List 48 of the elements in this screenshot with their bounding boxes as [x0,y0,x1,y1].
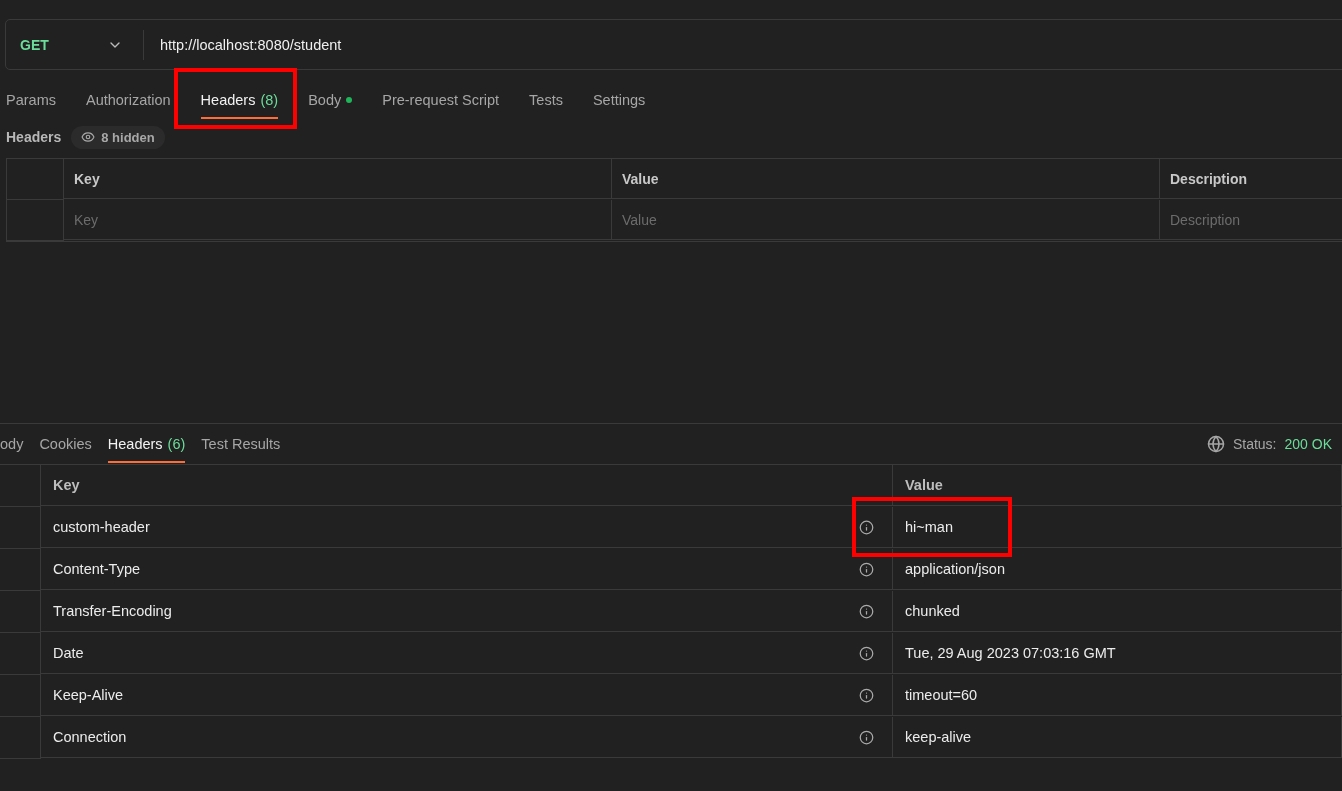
request-tab[interactable]: Tests [529,83,563,119]
status-label: Status: [1232,436,1277,452]
table-cell [0,633,41,675]
table-cell: timeout=60 [893,675,1342,716]
column-header: Key [64,159,612,199]
info-icon[interactable] [859,687,874,703]
response-tab[interactable]: ody [0,425,24,463]
response-tab[interactable]: Headers (6) [107,425,186,463]
request-tab[interactable]: Settings [592,83,646,119]
column-header: Value [612,159,1160,199]
globe-icon [1206,435,1225,453]
response-tab[interactable]: Cookies [39,425,92,463]
request-tab[interactable]: Body [308,83,353,119]
eye-icon [81,130,96,144]
column-header: Description [1160,159,1342,199]
table-cell [0,717,41,759]
table-cell: Content-Type [41,549,893,590]
request-tab[interactable]: Headers (8) [200,83,279,119]
response-tab[interactable]: Test Results [201,425,281,463]
info-icon[interactable] [859,561,874,577]
table-cell [0,675,41,717]
table-cell: Keep-Alive [41,675,893,716]
column-header: Value [893,465,1342,506]
hidden-headers-toggle[interactable]: 8 hidden [71,125,165,149]
table-cell: Transfer-Encoding [41,591,893,632]
table-cell [0,549,41,591]
method-dropdown[interactable]: GET [6,29,144,60]
info-icon[interactable] [859,645,874,661]
info-icon[interactable] [859,519,874,535]
table-cell: hi~man [893,507,1342,548]
column-header: Key [41,465,893,506]
url-field[interactable]: http://localhost:8080/student [160,36,342,53]
table-cell: keep-alive [893,717,1342,758]
section-title: Headers [6,129,62,145]
request-tab[interactable]: Params [6,83,56,119]
table-cell: Connection [41,717,893,758]
table-cell: Tue, 29 Aug 2023 07:03:16 GMT [893,633,1342,674]
table-cell: application/json [893,549,1342,590]
info-icon[interactable] [859,603,874,619]
table-cell: chunked [893,591,1342,632]
request-tab[interactable]: Authorization [85,83,171,119]
status-value: 200 OK [1284,436,1332,452]
request-tab[interactable]: Pre-request Script [382,83,500,119]
table-cell: Date [41,633,893,674]
table-cell: custom-header [41,507,893,548]
table-cell [0,591,41,633]
info-icon[interactable] [859,729,874,745]
table-cell [0,507,41,549]
